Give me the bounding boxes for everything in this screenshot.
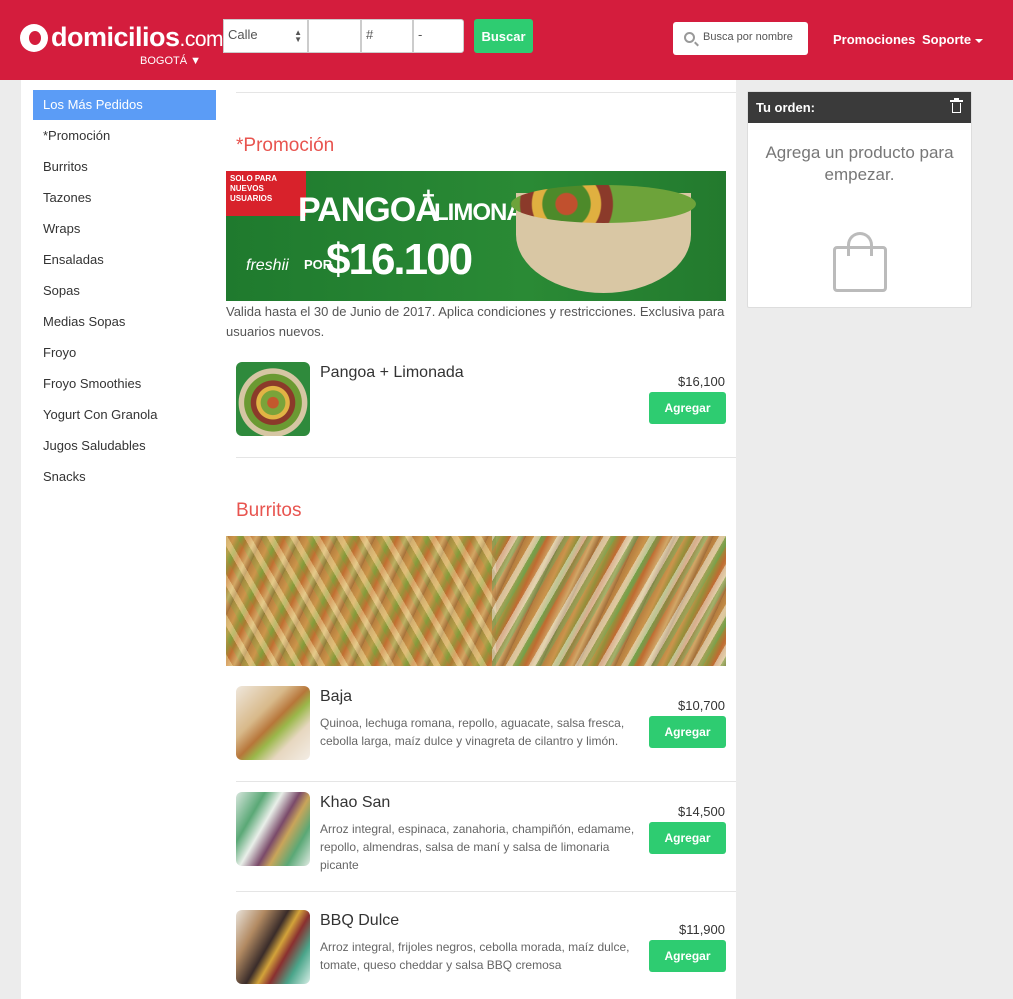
city-selector[interactable]: BOGOTÁ ▼ (140, 55, 201, 67)
shopping-bag-icon (831, 232, 889, 292)
sidebar-item-yogurt-con-granola[interactable]: Yogurt Con Granola (33, 400, 216, 430)
promo-headline-left: PANGOA (298, 191, 440, 229)
add-to-order-button[interactable]: Agregar (649, 940, 726, 972)
sidebar-item-los-mas-pedidos[interactable]: Los Más Pedidos (33, 90, 216, 120)
promo-price: $16.100 (326, 235, 473, 284)
product-description: Arroz integral, frijoles negros, cebolla… (320, 940, 630, 972)
product-price: $10,700 (678, 698, 725, 713)
add-to-order-button[interactable]: Agregar (649, 392, 726, 424)
product-name[interactable]: Baja (320, 688, 352, 706)
product-description: Quinoa, lechuga romana, repollo, aguacat… (320, 716, 625, 748)
cross-number-input[interactable]: # (361, 19, 413, 53)
product-image-baja[interactable] (236, 686, 310, 760)
product-description: Arroz integral, espinaca, zanahoria, cha… (320, 822, 635, 872)
street-type-select[interactable]: Calle ▲ ▼ (223, 19, 308, 53)
burritos-banner (226, 536, 726, 666)
product-name[interactable]: BBQ Dulce (320, 912, 399, 930)
add-to-order-button[interactable]: Agregar (649, 716, 726, 748)
order-panel: Tu orden: Agrega un producto para empeza… (747, 91, 972, 308)
sidebar-item-ensaladas[interactable]: Ensaladas (33, 245, 216, 275)
product-price: $16,100 (678, 374, 725, 389)
salad-bowl-image (511, 185, 696, 293)
product-name[interactable]: Khao San (320, 794, 390, 812)
top-header: domicilios.com BOGOTÁ ▼ Calle ▲ ▼ # - Bus… (0, 0, 1013, 80)
city-caret-icon: ▼ (190, 55, 202, 67)
street-number-input[interactable] (308, 19, 361, 53)
logo-tld-text: .com (179, 28, 224, 51)
plus-icon: + (422, 183, 435, 208)
sidebar-item-snacks[interactable]: Snacks (33, 462, 216, 492)
promo-conditions: Valida hasta el 30 de Junio de 2017. Apl… (226, 304, 725, 339)
sidebar-item-jugos-saludables[interactable]: Jugos Saludables (33, 431, 216, 461)
product-image-bbq-dulce[interactable] (236, 910, 310, 984)
promo-tag: SOLO PARA NUEVOS USUARIOS (226, 171, 306, 216)
sidebar-item-promocion[interactable]: *Promoción (33, 121, 216, 151)
sidebar-item-wraps[interactable]: Wraps (33, 214, 216, 244)
section-title-burritos: Burritos (236, 500, 302, 521)
product-image-khao-san[interactable] (236, 792, 310, 866)
buscar-button[interactable]: Buscar (474, 19, 533, 53)
promo-banner: SOLO PARA NUEVOS USUARIOS PANGOA + LIMON… (226, 171, 726, 301)
product-image-pangoa[interactable] (236, 362, 310, 436)
cross-number-placeholder: # (366, 27, 374, 42)
divider (236, 891, 736, 892)
order-empty-message: Agrega un producto para empezar. (765, 143, 954, 184)
select-arrows-icon: ▲ ▼ (294, 28, 302, 44)
restaurant-search[interactable] (673, 22, 808, 55)
sidebar-item-burritos[interactable]: Burritos (33, 152, 216, 182)
divider (236, 92, 736, 93)
sidebar-item-tazones[interactable]: Tazones (33, 183, 216, 213)
street-type-value: Calle (228, 27, 258, 42)
logo-main-text: domicilios (51, 22, 180, 52)
burrito-image-left (226, 536, 496, 666)
order-title: Tu orden: (756, 100, 815, 115)
logo-icon (20, 23, 48, 52)
brand-logo-text: freshii (246, 257, 289, 274)
category-sidebar: Los Más Pedidos *Promoción Burritos Tazo… (21, 80, 216, 999)
add-to-order-button[interactable]: Agregar (649, 822, 726, 854)
caret-down-icon (975, 38, 984, 43)
nav-soporte-label: Soporte (922, 32, 972, 47)
product-price: $14,500 (678, 804, 725, 819)
sidebar-item-sopas[interactable]: Sopas (33, 276, 216, 306)
search-icon (684, 32, 695, 43)
product-name[interactable]: Pangoa + Limonada (320, 364, 464, 382)
sidebar-item-froyo[interactable]: Froyo (33, 338, 216, 368)
burrito-image-right (492, 536, 726, 666)
trash-icon[interactable] (950, 98, 963, 113)
sidebar-item-froyo-smoothies[interactable]: Froyo Smoothies (33, 369, 216, 399)
section-title-promocion: *Promoción (236, 135, 335, 156)
city-label: BOGOTÁ (140, 55, 188, 67)
house-number-input[interactable]: - (413, 19, 464, 53)
search-input[interactable] (703, 31, 803, 43)
nav-promociones[interactable]: Promociones (833, 32, 915, 47)
order-header: Tu orden: (748, 92, 971, 123)
divider (236, 781, 736, 782)
product-price: $11,900 (678, 922, 725, 937)
divider (236, 457, 736, 458)
sidebar-item-medias-sopas[interactable]: Medias Sopas (33, 307, 216, 337)
site-logo[interactable]: domicilios.com (20, 22, 224, 53)
nav-soporte[interactable]: Soporte (922, 32, 984, 47)
house-number-placeholder: - (418, 27, 423, 42)
